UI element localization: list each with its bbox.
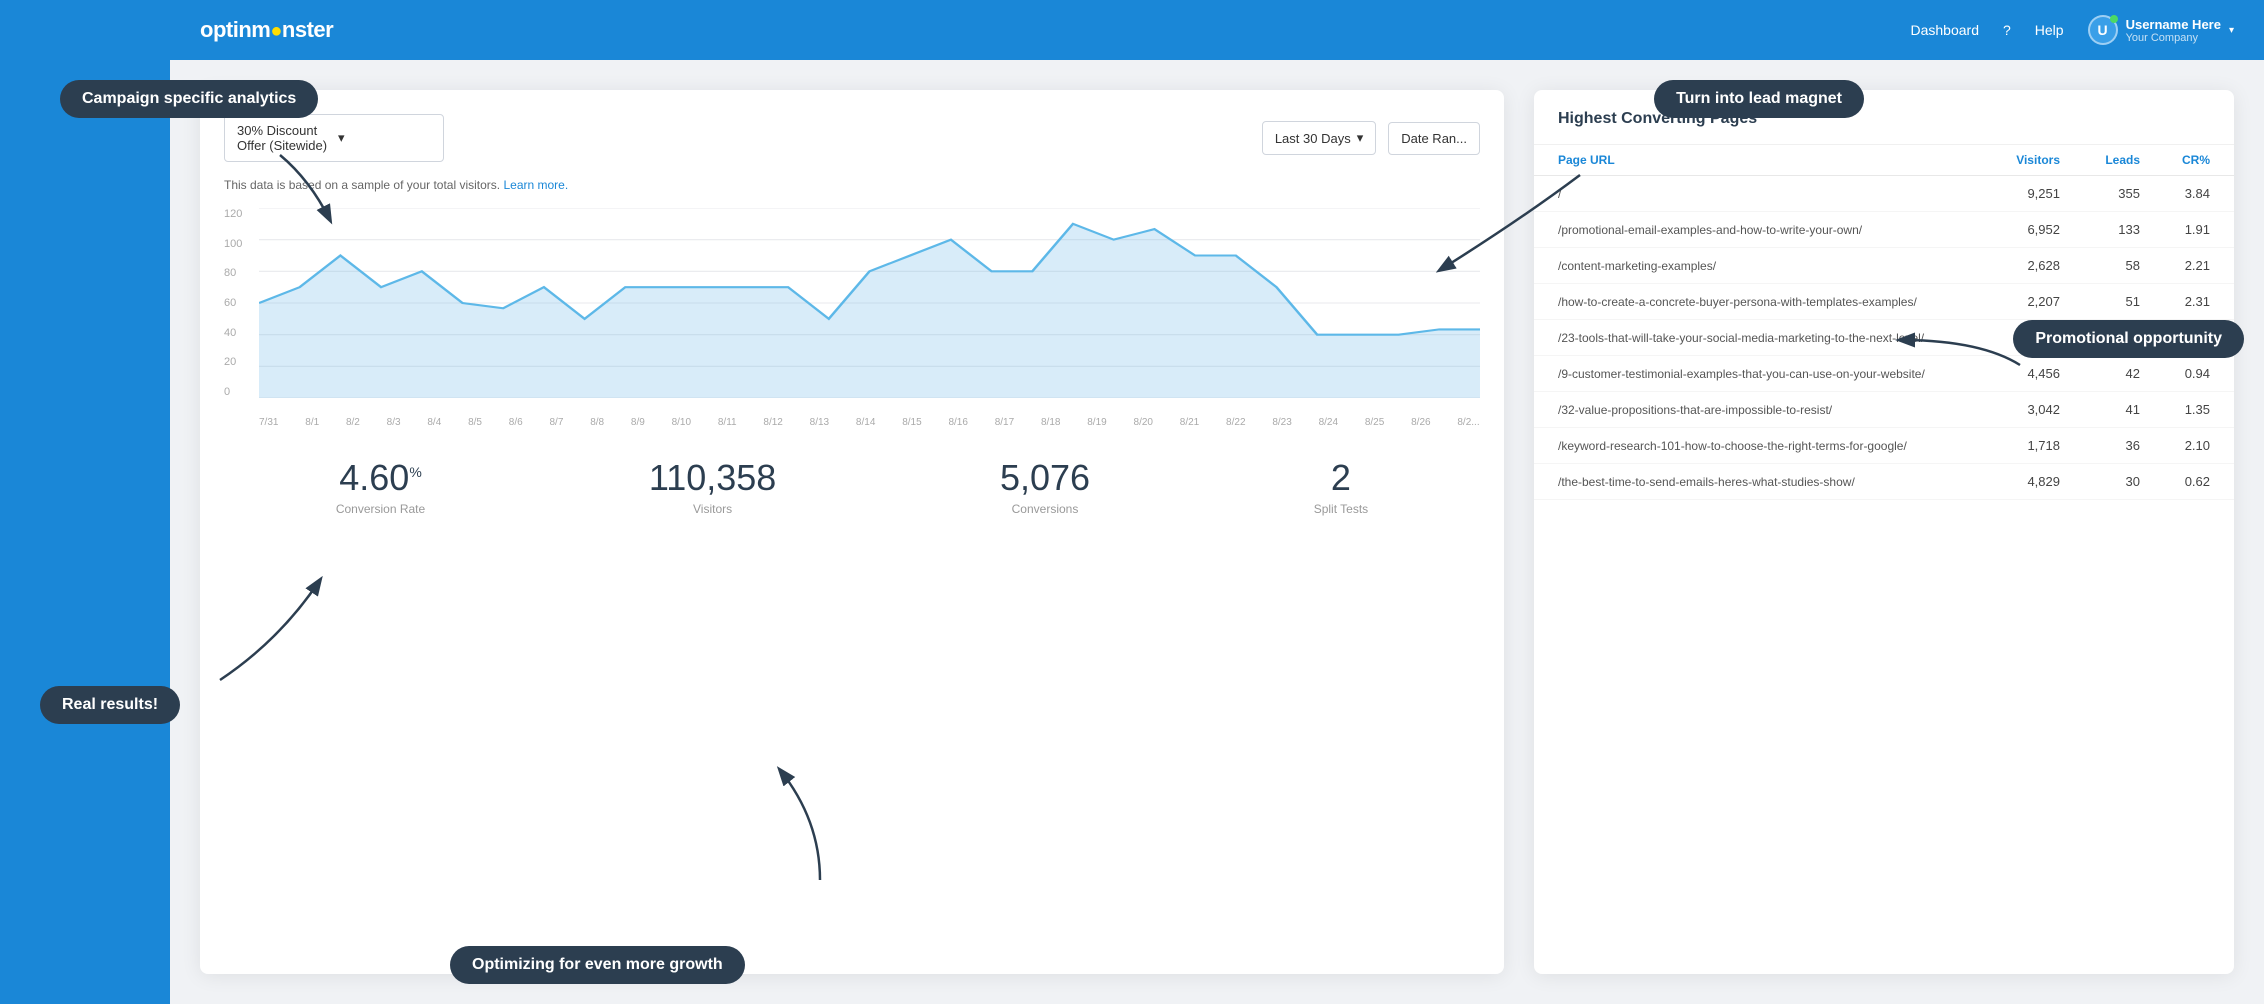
callout-optimizing: Optimizing for even more growth: [450, 946, 745, 984]
td-leads: 30: [2060, 474, 2140, 489]
td-cr: 0.94: [2140, 366, 2210, 381]
td-url: /: [1558, 187, 1960, 201]
stat-visitors: 110,358 Visitors: [649, 458, 776, 516]
table-row: /promotional-email-examples-and-how-to-w…: [1534, 212, 2234, 248]
td-url: /32-value-propositions-that-are-impossib…: [1558, 403, 1960, 417]
table-header: Page URL Visitors Leads CR%: [1534, 145, 2234, 176]
help-icon[interactable]: ?: [2003, 22, 2011, 38]
visitors-label: Visitors: [649, 502, 776, 516]
td-cr: 2.21: [2140, 258, 2210, 273]
stat-conversions: 5,076 Conversions: [1000, 458, 1090, 516]
td-leads: 42: [2060, 366, 2140, 381]
nav-right: Dashboard ? Help U Username Here Your Co…: [1910, 15, 2234, 45]
analytics-panel: 30% Discount Offer (Sitewide) ▾ Last 30 …: [200, 90, 1504, 974]
stats-row: 4.60% Conversion Rate 110,358 Visitors 5…: [224, 458, 1480, 516]
table-row: /9-customer-testimonial-examples-that-yo…: [1534, 356, 2234, 392]
td-leads: 41: [2060, 402, 2140, 417]
td-visitors: 2,628: [1960, 258, 2060, 273]
callout-real-results: Real results!: [40, 686, 180, 724]
callout-campaign-analytics: Campaign specific analytics: [60, 80, 318, 118]
td-cr: 1.35: [2140, 402, 2210, 417]
user-menu[interactable]: U Username Here Your Company ▾: [2088, 15, 2234, 45]
notification-dot: [2110, 15, 2118, 23]
td-url: /9-customer-testimonial-examples-that-yo…: [1558, 367, 1960, 381]
td-leads: 51: [2060, 294, 2140, 309]
help-link[interactable]: Help: [2035, 22, 2064, 38]
td-cr: 3.84: [2140, 186, 2210, 201]
table-row: /how-to-create-a-concrete-buyer-persona-…: [1534, 284, 2234, 320]
td-url: /keyword-research-101-how-to-choose-the-…: [1558, 439, 1960, 453]
td-visitors: 4,829: [1960, 474, 2060, 489]
td-url: /how-to-create-a-concrete-buyer-persona-…: [1558, 295, 1960, 309]
visitors-value: 110,358: [649, 458, 776, 498]
chevron-down-icon: ▾: [2229, 25, 2234, 36]
td-visitors: 9,251: [1960, 186, 2060, 201]
td-leads: 36: [2060, 438, 2140, 453]
table-panel: Highest Converting Pages Page URL Visito…: [1534, 90, 2234, 974]
td-visitors: 4,456: [1960, 366, 2060, 381]
date-select[interactable]: Last 30 Days ▾: [1262, 121, 1376, 155]
stat-conversion-rate: 4.60% Conversion Rate: [336, 458, 425, 516]
table-row: /keyword-research-101-how-to-choose-the-…: [1534, 428, 2234, 464]
date-range-button[interactable]: Date Ran...: [1388, 122, 1480, 155]
chart-y-labels: 0 20 40 60 80 100 120: [224, 208, 254, 398]
user-info: Username Here Your Company: [2126, 17, 2221, 44]
table-row: / 9,251 355 3.84: [1534, 176, 2234, 212]
chart-svg: [259, 208, 1480, 398]
th-leads: Leads: [2060, 153, 2140, 167]
main-content: 30% Discount Offer (Sitewide) ▾ Last 30 …: [170, 60, 2264, 1004]
chevron-down-icon: ▾: [338, 130, 431, 146]
td-cr: 0.62: [2140, 474, 2210, 489]
callout-lead-magnet: Turn into lead magnet: [1654, 80, 1864, 118]
campaign-select-label: 30% Discount Offer (Sitewide): [237, 123, 330, 153]
th-page-url: Page URL: [1558, 153, 1960, 167]
split-tests-label: Split Tests: [1314, 502, 1368, 516]
th-visitors: Visitors: [1960, 153, 2060, 167]
td-cr: 2.10: [2140, 438, 2210, 453]
conversions-value: 5,076: [1000, 458, 1090, 498]
td-visitors: 2,207: [1960, 294, 2060, 309]
filter-row: 30% Discount Offer (Sitewide) ▾ Last 30 …: [224, 114, 1480, 162]
table-body: / 9,251 355 3.84 /promotional-email-exam…: [1534, 176, 2234, 974]
chart-x-labels: 7/31 8/1 8/2 8/3 8/4 8/5 8/6 8/7 8/8 8/9…: [259, 417, 1480, 428]
campaign-select[interactable]: 30% Discount Offer (Sitewide) ▾: [224, 114, 444, 162]
td-cr: 2.31: [2140, 294, 2210, 309]
split-tests-value: 2: [1314, 458, 1368, 498]
td-url: /content-marketing-examples/: [1558, 259, 1960, 273]
conversion-rate-value: 4.60%: [336, 458, 425, 498]
learn-more-link[interactable]: Learn more.: [503, 178, 568, 192]
callout-promotional: Promotional opportunity: [2013, 320, 2244, 358]
conversion-rate-label: Conversion Rate: [336, 502, 425, 516]
chart-container: 0 20 40 60 80 100 120: [224, 208, 1480, 428]
chart-area: [259, 208, 1480, 398]
td-leads: 133: [2060, 222, 2140, 237]
td-leads: 355: [2060, 186, 2140, 201]
table-title: Highest Converting Pages: [1534, 90, 2234, 145]
data-note: This data is based on a sample of your t…: [224, 178, 1480, 192]
td-visitors: 6,952: [1960, 222, 2060, 237]
td-leads: 58: [2060, 258, 2140, 273]
logo: optinm●nster: [200, 17, 333, 43]
avatar: U: [2088, 15, 2118, 45]
stat-split-tests: 2 Split Tests: [1314, 458, 1368, 516]
table-row: /32-value-propositions-that-are-impossib…: [1534, 392, 2234, 428]
td-url: /the-best-time-to-send-emails-heres-what…: [1558, 475, 1960, 489]
td-url: /23-tools-that-will-take-your-social-med…: [1558, 331, 1960, 345]
td-visitors: 3,042: [1960, 402, 2060, 417]
table-row: /the-best-time-to-send-emails-heres-what…: [1534, 464, 2234, 500]
table-row: /content-marketing-examples/ 2,628 58 2.…: [1534, 248, 2234, 284]
chevron-down-icon: ▾: [1357, 130, 1364, 146]
date-select-label: Last 30 Days: [1275, 131, 1351, 146]
navbar: optinm●nster Dashboard ? Help U Username…: [170, 0, 2264, 60]
conversions-label: Conversions: [1000, 502, 1090, 516]
dashboard-link[interactable]: Dashboard: [1910, 22, 1979, 38]
td-visitors: 1,718: [1960, 438, 2060, 453]
sidebar: [0, 0, 170, 1004]
td-url: /promotional-email-examples-and-how-to-w…: [1558, 223, 1960, 237]
th-cr: CR%: [2140, 153, 2210, 167]
td-cr: 1.91: [2140, 222, 2210, 237]
